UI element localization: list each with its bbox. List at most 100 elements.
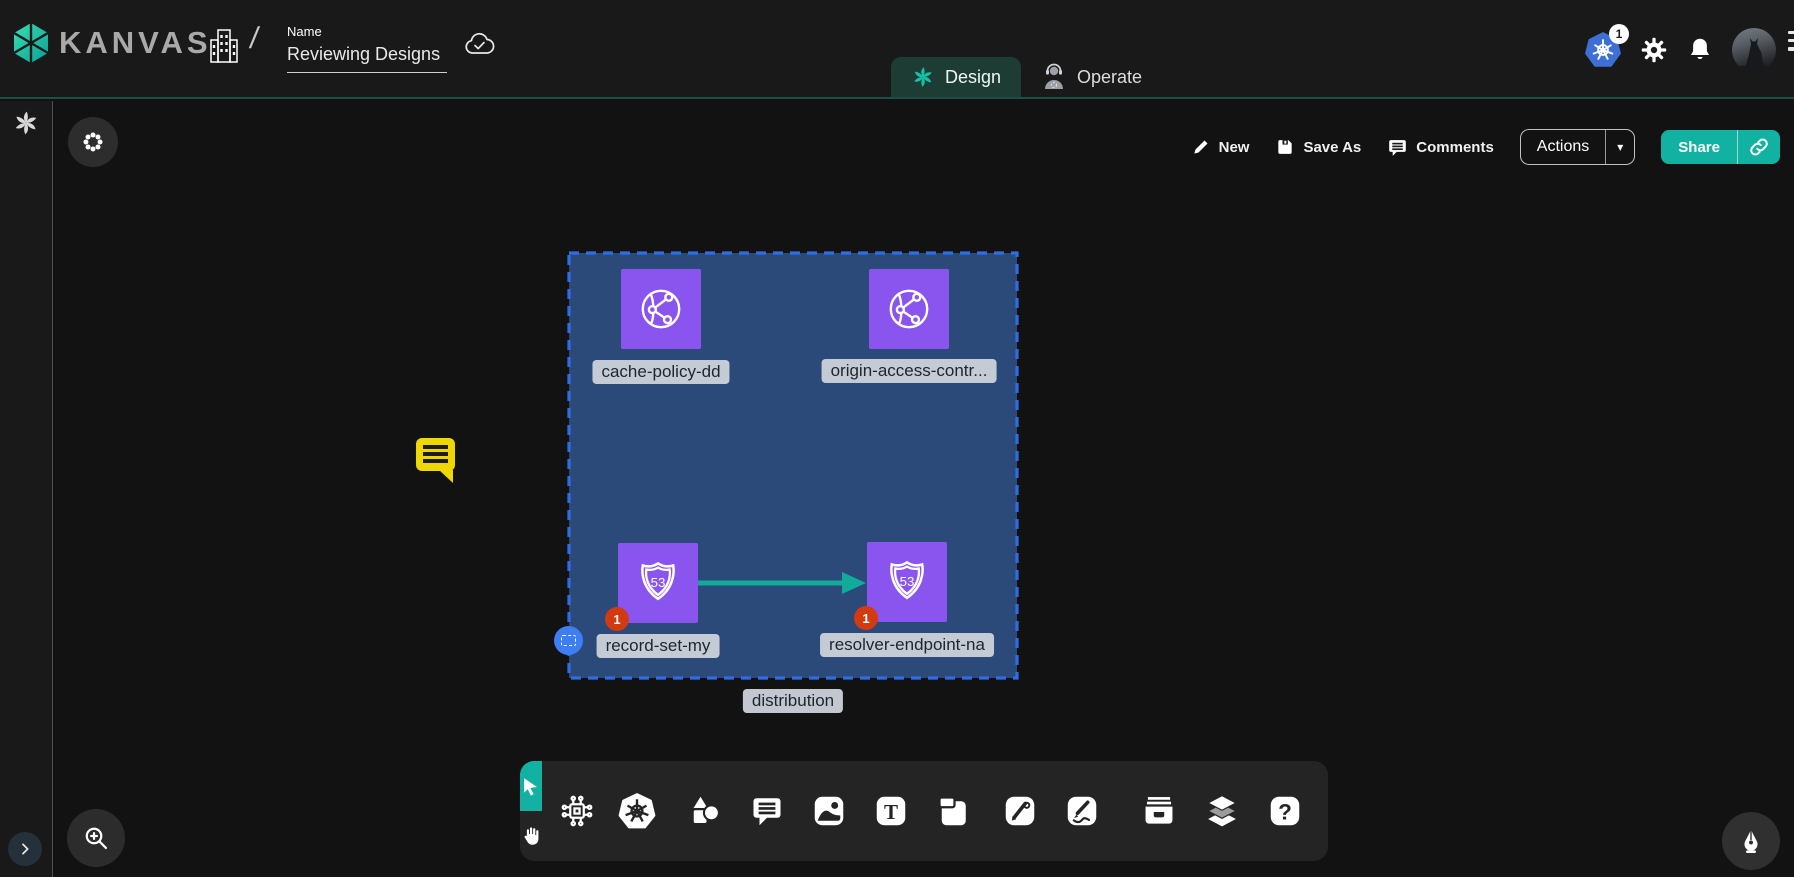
selection-marquee-handle[interactable]	[554, 626, 583, 655]
node-record-set[interactable]: 53	[618, 543, 698, 623]
tab-operate[interactable]: Operate	[1021, 57, 1162, 97]
select-tool[interactable]	[520, 761, 542, 811]
infra-tools-group	[542, 761, 672, 861]
sticky-note-icon	[935, 793, 971, 829]
comments-button-label: Comments	[1416, 139, 1494, 156]
kanvas-hexagon-icon	[13, 22, 49, 64]
route53-shield-icon: 53	[882, 557, 932, 607]
cloud-sync-status-icon	[463, 30, 495, 58]
drawer-tool[interactable]	[1140, 792, 1178, 830]
pointer-tools-column	[520, 761, 542, 861]
settings-gear-icon[interactable]	[1640, 36, 1668, 64]
tool-dock: T	[520, 761, 1328, 861]
chevron-right-icon	[17, 841, 33, 857]
hamburger-menu-icon[interactable]	[1788, 31, 1794, 51]
user-avatar[interactable]	[1732, 28, 1776, 72]
actions-caret-icon[interactable]: ▾	[1605, 130, 1634, 164]
sticky-note-tool[interactable]	[934, 792, 972, 830]
save-floppy-icon	[1275, 137, 1295, 157]
organization-icon[interactable]	[209, 28, 239, 64]
node-label: record-set-my	[597, 634, 720, 658]
design-spiral-icon	[911, 65, 935, 89]
draw-tools-group	[986, 761, 1116, 861]
sidebar-expand-button[interactable]	[8, 832, 42, 866]
logo-wordmark: KANVAS	[59, 25, 212, 61]
actions-button[interactable]: Actions ▾	[1520, 129, 1636, 165]
svg-text:?: ?	[1278, 799, 1292, 824]
app-window: KANVAS / Name	[0, 0, 1794, 877]
cloudfront-globe-icon	[883, 283, 935, 335]
node-label: origin-access-contr...	[822, 359, 997, 383]
image-tool[interactable]	[810, 792, 848, 830]
new-button[interactable]: New	[1191, 137, 1250, 157]
save-as-button[interactable]: Save As	[1275, 137, 1361, 157]
help-question-icon: ?	[1267, 793, 1303, 829]
save-as-button-label: Save As	[1303, 139, 1361, 156]
flower-gear-icon	[80, 129, 106, 155]
actions-button-label: Actions	[1521, 130, 1605, 164]
svg-text:53: 53	[651, 575, 666, 590]
kubernetes-wheel-icon	[618, 792, 656, 830]
hand-icon	[520, 825, 542, 847]
zoom-in-magnifier-icon	[82, 824, 110, 852]
layers-icon	[1203, 792, 1241, 830]
node-resolver-endpoint[interactable]: 53	[867, 542, 947, 622]
comment-tool[interactable]	[748, 792, 786, 830]
zoom-in-button[interactable]	[67, 809, 125, 867]
layers-tool[interactable]	[1203, 792, 1241, 830]
mode-tabs: Design Operate	[891, 57, 1162, 97]
shapes-icon	[687, 793, 723, 829]
share-link-icon[interactable]	[1737, 130, 1780, 164]
tab-design[interactable]: Design	[891, 57, 1021, 97]
kubernetes-count-badge: 1	[1609, 24, 1629, 44]
text-tool[interactable]: T	[872, 792, 910, 830]
sketch-pencil-tool[interactable]	[1063, 792, 1101, 830]
infrastructure-tool[interactable]	[558, 792, 596, 830]
header-right-icons: 1	[1585, 0, 1776, 99]
shapes-tool[interactable]	[686, 792, 724, 830]
breadcrumb-slash: /	[248, 22, 261, 56]
node-origin-access-control[interactable]	[869, 269, 949, 349]
notifications-bell-icon[interactable]	[1687, 36, 1713, 64]
share-button[interactable]: Share	[1661, 130, 1780, 164]
cursor-arrow-icon	[520, 775, 542, 797]
kubernetes-context-button[interactable]: 1	[1585, 31, 1621, 69]
edge-record-set-to-resolver	[694, 568, 870, 598]
name-input[interactable]	[287, 42, 447, 73]
pan-hand-tool[interactable]	[520, 811, 542, 861]
operator-headset-icon	[1041, 63, 1067, 91]
pen-nib-icon	[1737, 827, 1765, 855]
sidebar-spiral-icon[interactable]	[12, 109, 40, 137]
comment-pin-icon[interactable]	[414, 436, 457, 483]
pen-mode-button[interactable]	[1722, 812, 1780, 870]
cloudfront-globe-icon	[635, 283, 687, 335]
library-tools-group: ?	[1116, 761, 1328, 861]
new-pencil-icon	[1191, 137, 1211, 157]
pen-path-tool[interactable]	[1001, 792, 1039, 830]
drawer-archive-icon	[1140, 792, 1178, 830]
help-tool[interactable]: ?	[1266, 792, 1304, 830]
comments-button[interactable]: Comments	[1387, 137, 1494, 158]
design-name-field: Name	[287, 24, 447, 73]
canvas-settings-button[interactable]	[68, 117, 118, 167]
left-sidebar	[0, 101, 53, 877]
circuit-chip-icon	[559, 793, 595, 829]
tab-operate-label: Operate	[1077, 67, 1142, 88]
text-icon: T	[873, 793, 909, 829]
kanvas-logo[interactable]: KANVAS	[13, 22, 212, 64]
node-cache-policy[interactable]	[621, 269, 701, 349]
share-button-label: Share	[1661, 130, 1737, 164]
app-header: KANVAS / Name	[0, 0, 1794, 99]
sketch-pencil-icon	[1064, 793, 1100, 829]
node-label: cache-policy-dd	[592, 360, 729, 384]
pen-path-icon	[1002, 793, 1038, 829]
svg-text:53: 53	[900, 574, 915, 589]
image-icon	[811, 793, 847, 829]
avatar-silhouette	[1732, 28, 1776, 72]
svg-text:T: T	[884, 800, 898, 824]
kubernetes-tool[interactable]	[618, 792, 656, 830]
comment-bubble-icon	[749, 793, 785, 829]
error-count-badge[interactable]: 1	[854, 606, 878, 630]
error-count-badge[interactable]: 1	[605, 607, 629, 631]
canvas-action-bar: New Save As Comments Actions ▾	[1191, 129, 1780, 165]
